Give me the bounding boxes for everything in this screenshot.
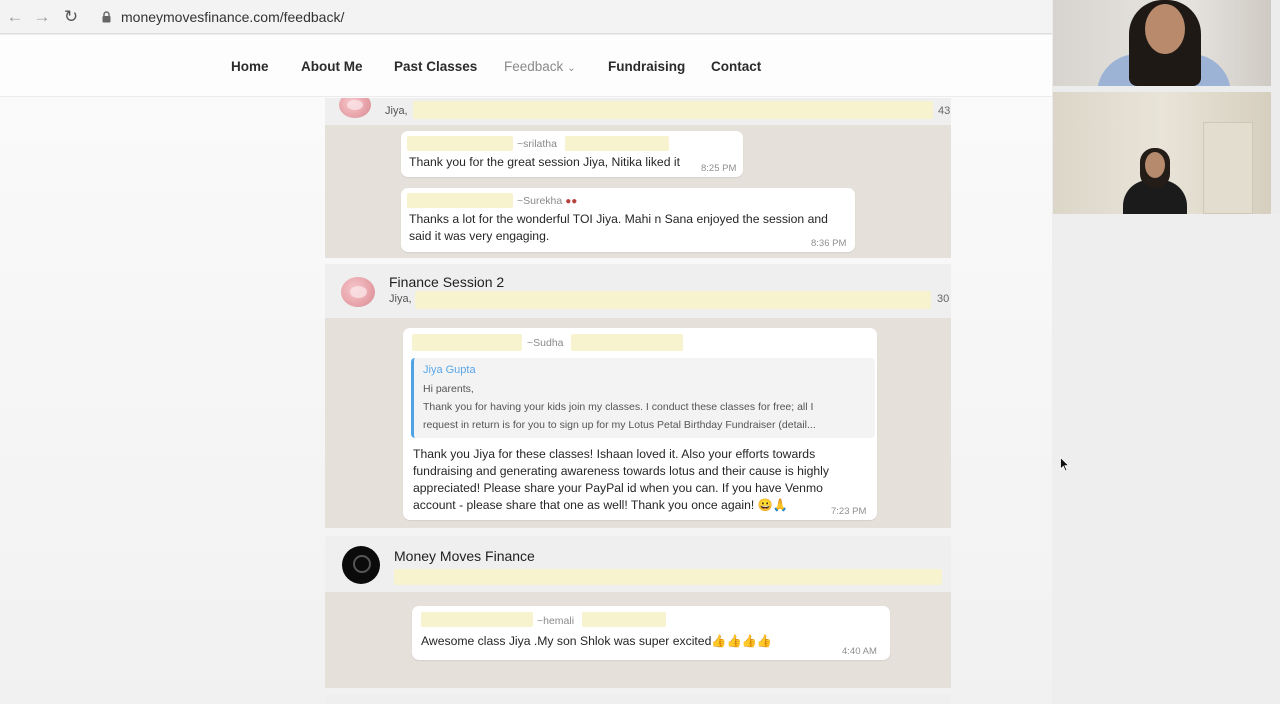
- message-sender: ~Sudha: [527, 337, 564, 349]
- nav-about-me[interactable]: About Me: [301, 59, 363, 74]
- nav-fundraising[interactable]: Fundraising: [608, 59, 685, 74]
- message-sender: ~hemali: [537, 615, 575, 627]
- message-text: Awesome class Jiya .My son Shlok was sup…: [421, 634, 773, 648]
- participant-video-1[interactable]: [1053, 0, 1271, 86]
- quote-line: request in return is for you to sign up …: [423, 419, 816, 431]
- nav-feedback[interactable]: Feedback ⌄: [504, 59, 576, 74]
- forward-arrow-icon[interactable]: →: [32, 7, 52, 27]
- nav-contact[interactable]: Contact: [711, 59, 761, 74]
- person-figure: [1145, 4, 1185, 54]
- chat-screenshot-2: Finance Session 2 Jiya, 30 ~Sudha Jiya G…: [325, 264, 951, 528]
- chat-header: Money Moves Finance: [325, 536, 951, 592]
- quoted-message[interactable]: Jiya Gupta Hi parents, Thank you for hav…: [411, 358, 875, 438]
- address-bar[interactable]: moneymovesfinance.com/feedback/: [121, 9, 344, 25]
- chevron-down-icon: ⌄: [567, 63, 576, 74]
- redaction: [415, 291, 931, 309]
- redaction: [407, 136, 513, 151]
- chat-screenshot-3: Money Moves Finance ~hemali Awesome clas…: [325, 536, 951, 688]
- message-text: Thank you for the great session Jiya, Ni…: [409, 155, 680, 169]
- group-avatar: [341, 277, 375, 307]
- participant-video-2[interactable]: [1053, 92, 1271, 214]
- nav-past-classes[interactable]: Past Classes: [394, 59, 477, 74]
- mouse-cursor-icon: [1060, 457, 1070, 472]
- group-title: Money Moves Finance: [394, 548, 535, 564]
- message-bubble: ~srilatha Thank you for the great sessio…: [401, 131, 743, 177]
- message-bubble: ~hemali Awesome class Jiya .My son Shlok…: [412, 606, 890, 660]
- nav-home[interactable]: Home: [231, 59, 269, 74]
- quote-line: Hi parents,: [423, 383, 474, 395]
- quote-author: Jiya Gupta: [423, 364, 476, 376]
- redaction: [394, 569, 942, 585]
- member-list: Jiya,: [389, 293, 412, 305]
- money-moves-logo-avatar: [342, 546, 380, 584]
- chat-screenshot-4: [325, 694, 951, 704]
- nav-feedback-label: Feedback: [504, 59, 564, 74]
- quote-line: Thank you for having your kids join my c…: [423, 401, 814, 413]
- group-avatar: [339, 98, 371, 118]
- group-title: Finance Session 2: [389, 274, 505, 290]
- redaction: [582, 612, 666, 627]
- message-time: 7:23 PM: [831, 506, 867, 517]
- chat-header: Jiya, 43: [325, 98, 951, 125]
- member-count: 43: [938, 105, 951, 117]
- redaction: [407, 193, 513, 208]
- redaction: [421, 612, 533, 627]
- member-count: 30: [937, 293, 950, 305]
- message-sender: ~srilatha: [517, 138, 557, 150]
- message-time: 8:25 PM: [701, 163, 737, 174]
- redaction: [571, 334, 683, 351]
- message-text: Thank you Jiya for these classes! Ishaan…: [413, 447, 829, 512]
- redaction: [412, 334, 522, 351]
- lock-icon: [102, 11, 111, 23]
- message-sender: ~Surekha ●●: [517, 195, 578, 207]
- message-bubble: ~Surekha ●● Thanks a lot for the wonderfu…: [401, 188, 855, 252]
- redaction: [565, 136, 669, 151]
- reload-icon[interactable]: ↻: [61, 7, 81, 27]
- message-bubble: ~Sudha Jiya Gupta Hi parents, Thank you …: [403, 328, 877, 520]
- browser-toolbar: ← → ↻ moneymovesfinance.com/feedback/: [0, 0, 1052, 34]
- member-list: Jiya,: [385, 105, 408, 117]
- message-text: Thanks a lot for the wonderful TOI Jiya.…: [409, 212, 828, 243]
- site-navigation: Home About Me Past Classes Feedback ⌄ Fun…: [0, 35, 1052, 97]
- rose-emoji: ●●: [565, 196, 578, 207]
- chat-screenshot-1: Jiya, 43 ~srilatha Thank you for the gre…: [325, 98, 951, 258]
- message-time: 4:40 AM: [842, 646, 877, 657]
- person-figure: [1145, 152, 1165, 178]
- empty-panel: [1052, 214, 1280, 704]
- message-time: 8:36 PM: [811, 238, 847, 249]
- chat-header: Finance Session 2 Jiya, 30: [325, 264, 951, 318]
- back-arrow-icon[interactable]: ←: [5, 7, 25, 27]
- background-door: [1203, 122, 1253, 214]
- redaction: [413, 101, 933, 119]
